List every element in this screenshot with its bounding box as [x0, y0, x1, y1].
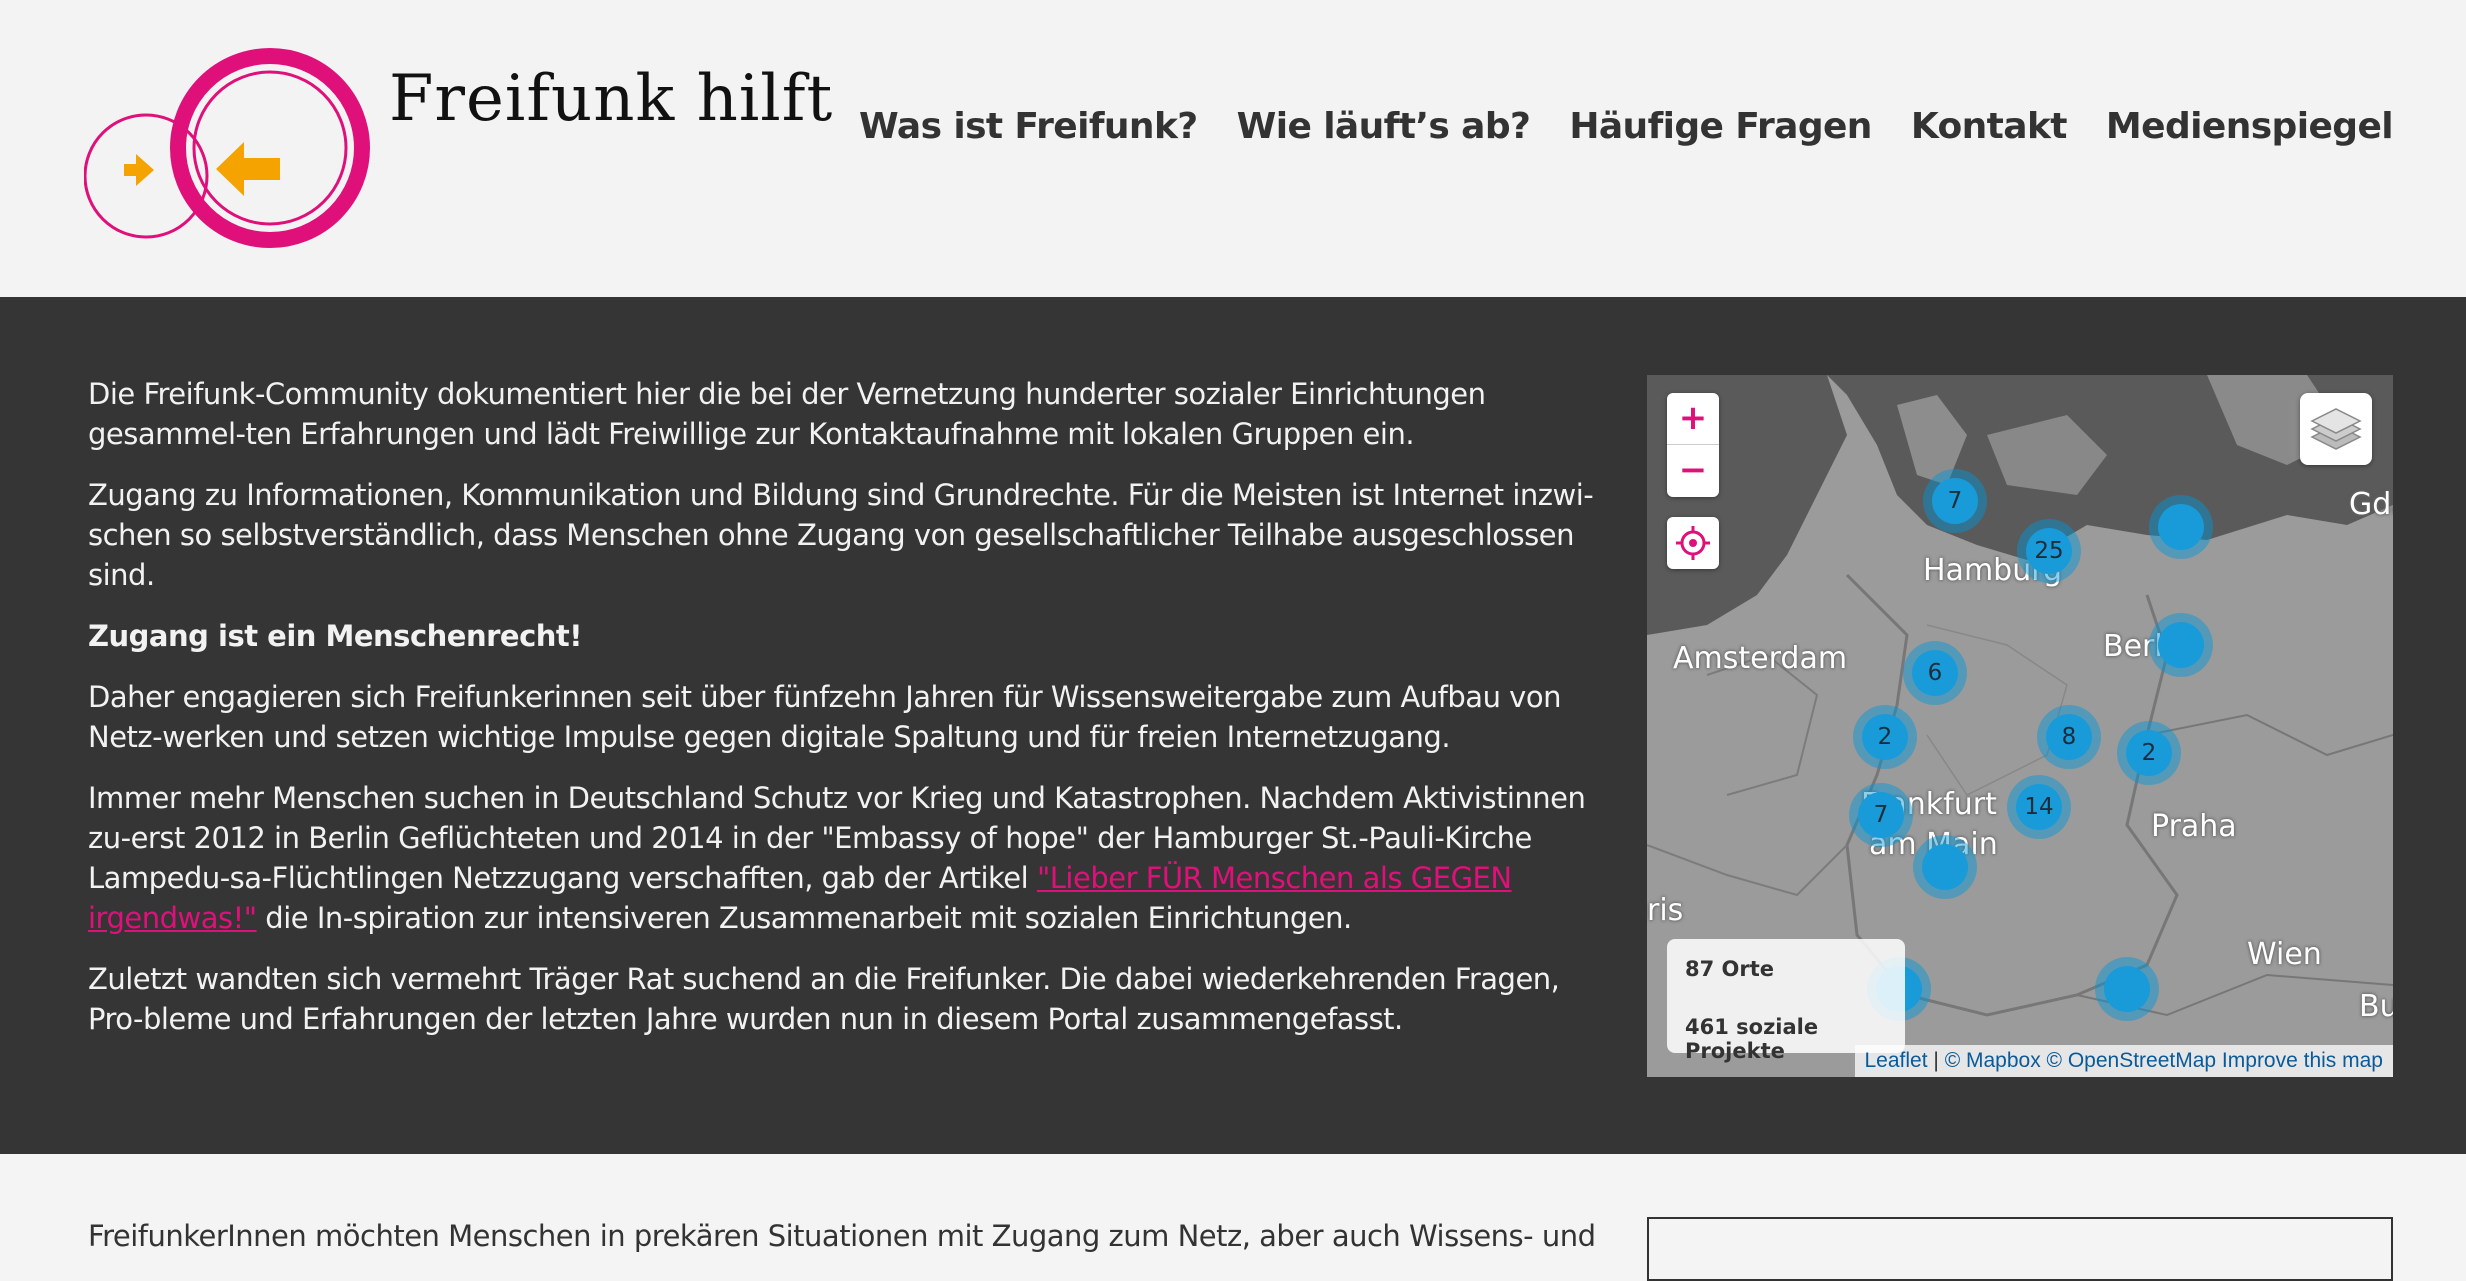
- projects-map[interactable]: Gda Hamburg Berlin Amsterdam Frankfurt a…: [1647, 375, 2393, 1077]
- map-cluster[interactable]: 8: [2037, 705, 2101, 769]
- main-nav: Was ist Freifunk? Wie läuft’s ab? Häufig…: [859, 106, 2394, 147]
- intro-paragraph: Die Freifunk-Community dokumentiert hier…: [88, 377, 1486, 451]
- intro-paragraph: Daher engagieren sich Freifunkerinnen se…: [88, 680, 1561, 754]
- map-cluster[interactable]: 7: [1923, 469, 1987, 533]
- intro-paragraph: Zugang zu Informationen, Kommunikation u…: [88, 478, 1594, 592]
- map-cluster[interactable]: [2149, 495, 2213, 559]
- nav-was-ist-freifunk[interactable]: Was ist Freifunk?: [859, 106, 1198, 147]
- map-stats-box: 87 Orte 461 soziale Projekte: [1667, 939, 1905, 1063]
- nav-haeufige-fragen[interactable]: Häufige Fragen: [1569, 106, 1872, 147]
- intro-emphasis: Zugang ist ein Menschenrecht!: [88, 619, 583, 653]
- intro-paragraph: Zuletzt wandten sich vermehrt Träger Rat…: [88, 962, 1560, 1036]
- intro-paragraph: Immer mehr Menschen suchen in Deutschlan…: [88, 781, 1586, 935]
- map-label: Bud: [2359, 989, 2393, 1024]
- nav-kontakt[interactable]: Kontakt: [1911, 106, 2068, 147]
- map-cluster[interactable]: 25: [2017, 519, 2081, 583]
- map-cluster[interactable]: 7: [1849, 783, 1913, 847]
- zoom-in-button[interactable]: +: [1667, 393, 1719, 445]
- map-cluster[interactable]: 14: [2007, 775, 2071, 839]
- site-header: Freifunk hilft Was ist Freifunk? Wie läu…: [0, 0, 2466, 297]
- map-label: Praha: [2151, 809, 2237, 844]
- nav-medienspiegel[interactable]: Medienspiegel: [2106, 106, 2394, 147]
- leaflet-link[interactable]: Leaflet: [1865, 1049, 1928, 1072]
- map-label: ris: [1647, 893, 1684, 928]
- attribution-links[interactable]: © Mapbox © OpenStreetMap Improve this ma…: [1945, 1049, 2383, 1072]
- zoom-out-button[interactable]: −: [1667, 445, 1719, 496]
- map-cluster[interactable]: 2: [2117, 721, 2181, 785]
- bottom-panel: [1647, 1217, 2393, 1281]
- layers-icon: [2310, 408, 2362, 450]
- stats-places: 87 Orte: [1685, 957, 1775, 981]
- bottom-paragraph: FreifunkerInnen möchten Menschen in prek…: [88, 1219, 1596, 1253]
- freifunk-logo[interactable]: [84, 46, 374, 252]
- layers-button[interactable]: [2300, 393, 2372, 465]
- map-cluster[interactable]: [2149, 613, 2213, 677]
- zoom-control: + −: [1667, 393, 1719, 497]
- map-cluster[interactable]: [1913, 835, 1977, 899]
- locate-button[interactable]: [1667, 517, 1719, 569]
- site-title[interactable]: Freifunk hilft: [389, 62, 833, 136]
- map-label: Amsterdam: [1673, 641, 1848, 676]
- map-cluster[interactable]: [2095, 957, 2159, 1021]
- map-attribution: Leaflet | © Mapbox © OpenStreetMap Impro…: [1854, 1045, 2393, 1077]
- map-label: Gda: [2349, 487, 2393, 522]
- intro-text: Die Freifunk-Community dokumentiert hier…: [88, 374, 1618, 1060]
- map-cluster[interactable]: 2: [1853, 705, 1917, 769]
- map-cluster[interactable]: 6: [1903, 641, 1967, 705]
- nav-wie-laeufts-ab[interactable]: Wie läuft’s ab?: [1237, 106, 1531, 147]
- crosshair-icon: [1676, 526, 1710, 560]
- map-label: Wien: [2247, 937, 2322, 972]
